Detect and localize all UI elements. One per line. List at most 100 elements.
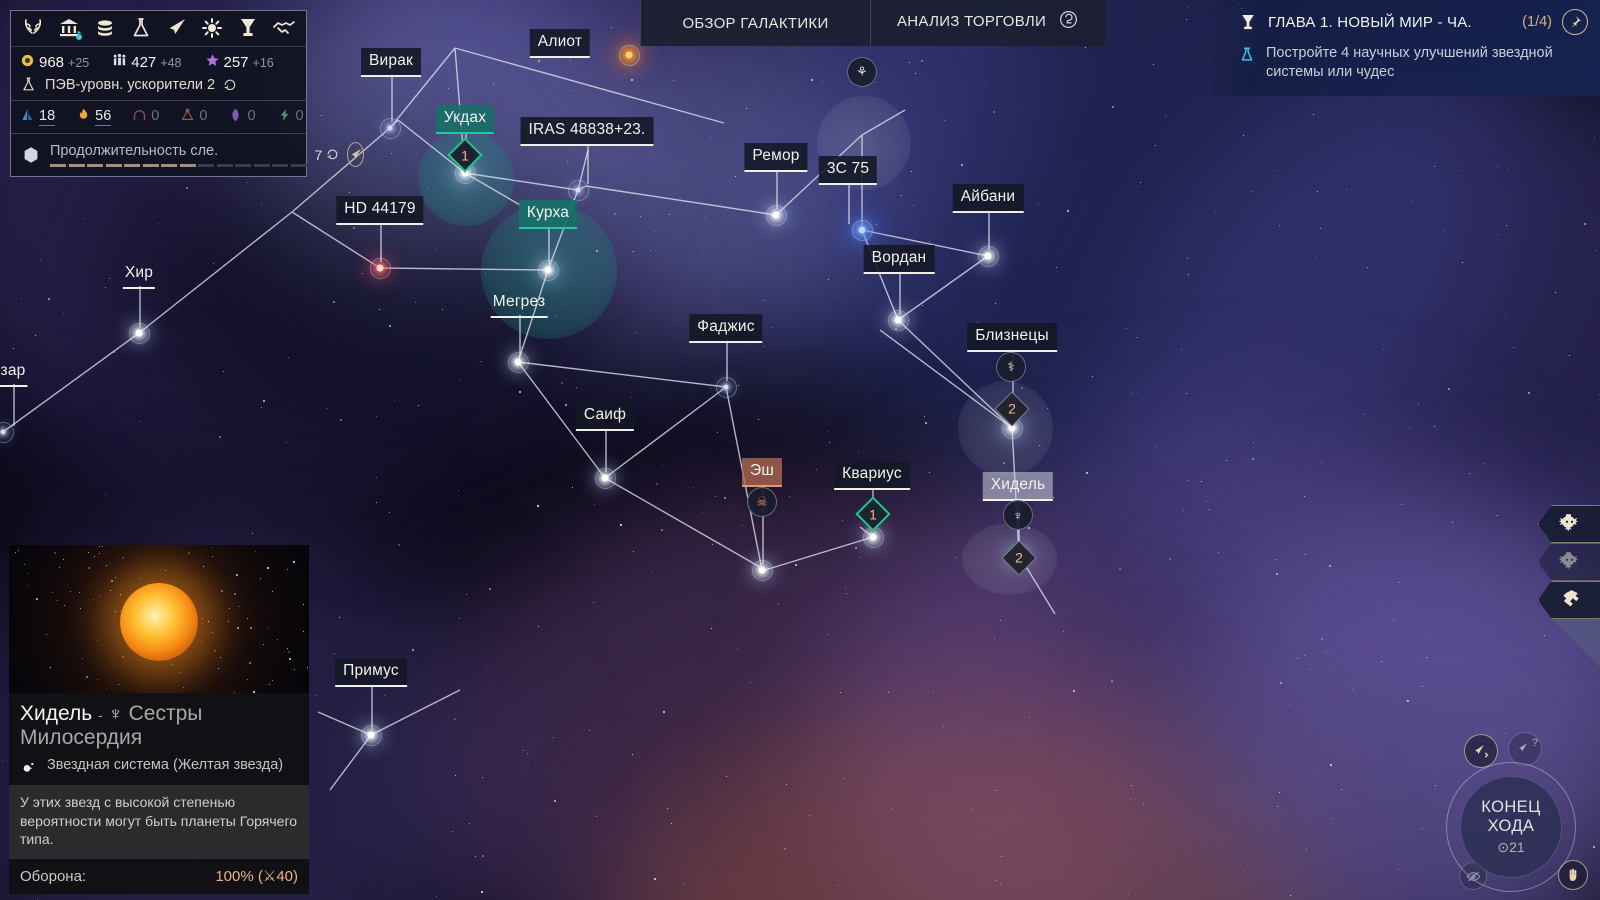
galaxy-overview-tab[interactable]: ОБЗОР ГАЛАКТИКИ <box>640 0 870 46</box>
star-label[interactable]: Эш <box>742 458 782 487</box>
fleet-hint-button[interactable]: ? <box>1508 732 1542 766</box>
empire-hud-panel[interactable]: 968 +25 427 +48 257 +16 ПЭВ-уровн. ускорители… <box>10 10 307 177</box>
star-label[interactable]: Вирак <box>361 48 421 77</box>
titanium-icon <box>20 107 35 127</box>
strategic-antimatter-icon[interactable]: 0 <box>277 107 304 127</box>
star-node[interactable] <box>724 385 729 390</box>
end-turn-button[interactable]: КОНЕЦ ХОДА ⊙21 <box>1446 762 1576 892</box>
star-label-text: Мегрез <box>491 289 548 318</box>
ship-icon[interactable] <box>163 16 189 40</box>
strategic-adamantian-icon[interactable]: 0 <box>132 107 159 127</box>
strategic-orichalcix-icon[interactable]: 0 <box>180 107 207 127</box>
pirate-marker-esh[interactable]: ☠ <box>747 487 777 517</box>
star-label[interactable]: зар <box>0 358 27 387</box>
tooltip-description: У этих звезд с высокой степенью вероятно… <box>9 785 309 859</box>
star-system-icon <box>20 759 38 775</box>
pin-icon[interactable] <box>1562 9 1588 35</box>
star-label-text: Ремор <box>744 143 807 172</box>
star-node[interactable] <box>759 567 766 574</box>
star-node[interactable] <box>368 732 375 739</box>
objective-panel[interactable]: ГЛАВА 1. НОВЫЙ МИР - ЧА. (1/4) Постройте… <box>1212 0 1600 96</box>
strategic-hyperium-icon[interactable]: 56 <box>76 107 111 127</box>
government-icon[interactable] <box>56 16 82 40</box>
star-label[interactable]: Айбани <box>953 184 1024 213</box>
star-label[interactable]: Квариус <box>834 461 910 490</box>
star-node[interactable] <box>136 330 143 337</box>
system-name: Хидель <box>20 702 92 725</box>
star-label[interactable]: Вордан <box>864 245 935 274</box>
star-label-text: Укдах <box>436 105 494 134</box>
side-button-stack[interactable] <box>1538 505 1600 667</box>
star-label[interactable]: Примус <box>335 658 407 687</box>
star-label[interactable]: Ремор <box>744 143 807 172</box>
trade-analysis-tab[interactable]: АНАЛИЗ ТОРГОВЛИ <box>870 0 1105 46</box>
marker-value: 2 <box>1008 547 1031 570</box>
label-leader-line <box>380 222 382 262</box>
star-node[interactable] <box>1 430 6 435</box>
label-leader-line <box>776 169 778 209</box>
laurel-icon[interactable] <box>20 16 46 40</box>
star-label[interactable]: HD 44179 <box>336 196 423 225</box>
star-node[interactable] <box>773 212 780 219</box>
anomaly-marker-top[interactable]: ⚘ <box>847 57 877 87</box>
label-leader-line <box>848 182 850 224</box>
side-stack-tail <box>1538 619 1600 667</box>
star-label[interactable]: Укдах <box>436 105 494 134</box>
marker-value: 1 <box>455 145 476 166</box>
star-label[interactable]: Курха <box>519 200 577 229</box>
star-label-text: Близнецы <box>967 323 1057 352</box>
flask-icon[interactable] <box>128 16 154 40</box>
anomaly-marker-hidel[interactable]: ♆ <box>1003 500 1033 530</box>
label-leader-line <box>587 143 589 184</box>
star-label[interactable]: Мегрез <box>491 289 548 318</box>
star-node[interactable] <box>388 126 393 131</box>
anomaly-marker-bliznecy[interactable]: ⚕ <box>996 352 1026 382</box>
faction-emblem-secondary-button[interactable] <box>1538 543 1600 581</box>
star-node[interactable] <box>626 52 633 59</box>
star-node[interactable] <box>870 534 877 541</box>
trophy-icon[interactable] <box>235 16 261 40</box>
star-node[interactable] <box>985 253 992 260</box>
star-label[interactable]: 3C 75 <box>819 156 877 185</box>
label-leader-line <box>139 286 141 327</box>
top-tab-bar[interactable]: ОБЗОР ГАЛАКТИКИ АНАЛИЗ ТОРГОВЛИ <box>640 0 1105 46</box>
label-leader-line <box>726 340 728 381</box>
hud-quest-row[interactable]: Продолжительность сле. 7 <box>11 134 306 176</box>
star-label[interactable]: Близнецы <box>967 323 1057 352</box>
medal-icon[interactable] <box>199 16 225 40</box>
marker-value: 2 <box>1001 398 1024 421</box>
star-label[interactable]: Хидель <box>983 472 1053 501</box>
star-label[interactable]: Хир <box>123 260 155 289</box>
faction-emblem-button[interactable] <box>1538 505 1600 543</box>
faction-glyph: ♆ <box>109 704 123 725</box>
star-label[interactable]: Саиф <box>576 402 634 431</box>
quest-label: Продолжительность сле. <box>50 143 307 159</box>
star-node[interactable] <box>602 475 609 482</box>
star-node[interactable] <box>515 359 522 366</box>
objective-chapter-title: ГЛАВА 1. НОВЫЙ МИР - ЧА. <box>1268 14 1512 31</box>
current-research[interactable]: ПЭВ-уровн. ускорители 2 <box>11 74 306 100</box>
star-node[interactable] <box>545 267 552 274</box>
star-node[interactable] <box>895 317 902 324</box>
star-label-text: Квариус <box>834 461 910 490</box>
hud-icon-row[interactable] <box>11 11 306 47</box>
star-label-text: Вирак <box>361 48 421 77</box>
star-label[interactable]: Алиот <box>530 29 590 58</box>
defense-row: Оборона: 100% (⚔40) <box>9 859 309 894</box>
construction-button[interactable] <box>1538 581 1600 619</box>
star-system-tooltip: Хидель - ♆ Сестры Милосердия Звездная си… <box>9 545 309 894</box>
star-node[interactable] <box>377 265 384 272</box>
star-node[interactable] <box>576 188 581 193</box>
quest-turns: 7 <box>315 147 340 163</box>
resource-population-icon[interactable]: 427 +48 <box>112 53 181 72</box>
strategic-titanium-icon[interactable]: 18 <box>20 107 55 127</box>
resource-influence-icon[interactable]: 257 +16 <box>205 53 274 72</box>
diplomacy-icon[interactable] <box>271 16 297 40</box>
resource-dust-icon[interactable]: 968 +25 <box>20 53 89 72</box>
strategic-quadrinix-icon[interactable]: 0 <box>228 107 255 127</box>
star-node[interactable] <box>859 227 866 234</box>
research-label: ПЭВ-уровн. ускорители 2 <box>45 77 215 93</box>
star-label[interactable]: IRAS 48838+23. <box>521 117 654 146</box>
star-label[interactable]: Фаджис <box>689 314 762 343</box>
coins-icon[interactable] <box>92 16 118 40</box>
